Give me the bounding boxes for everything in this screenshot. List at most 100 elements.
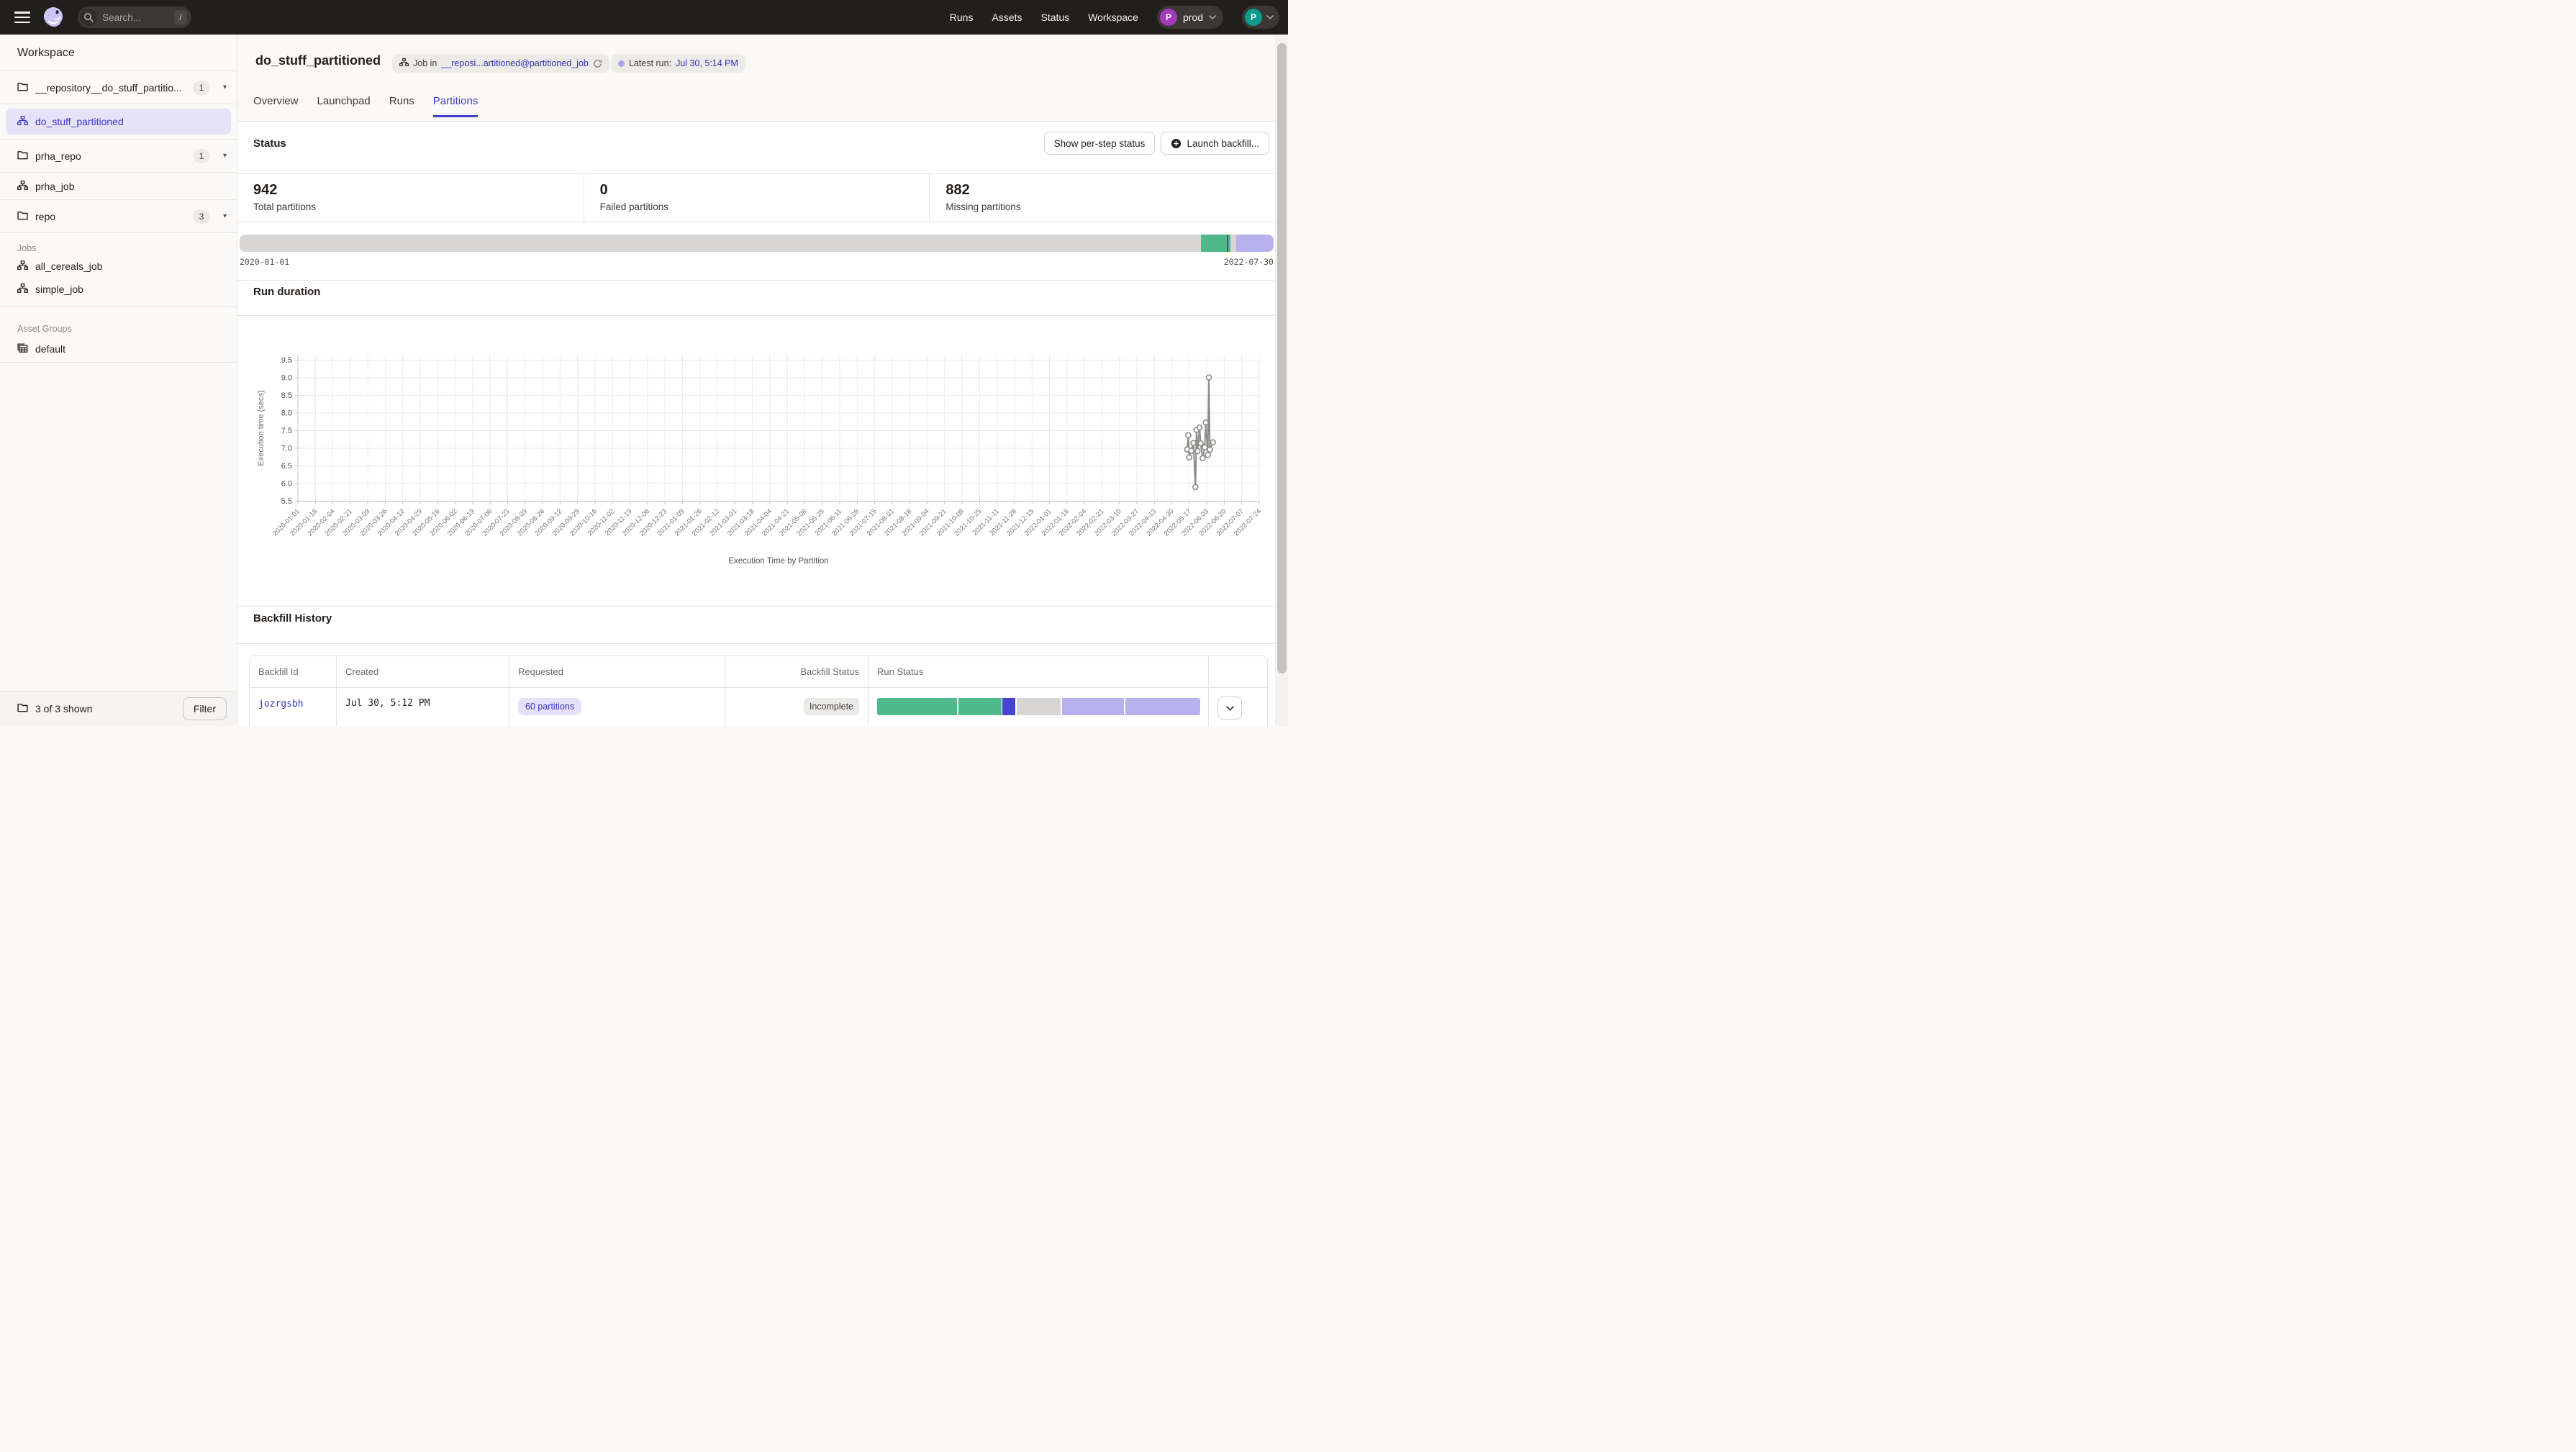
column-header-expander	[1208, 656, 1267, 688]
tab-runs[interactable]: Runs	[389, 95, 414, 117]
scrollbar-thumb[interactable]	[1277, 43, 1287, 673]
svg-text:Execution Time by Partition: Execution Time by Partition	[728, 557, 828, 566]
tab-overview[interactable]: Overview	[253, 95, 299, 117]
sidebar: Workspace __repository__do_stuff_partiti…	[0, 35, 237, 726]
user-menu[interactable]: P	[1242, 6, 1279, 29]
caret-down-icon[interactable]: ▾	[223, 83, 227, 91]
sidebar-item-repo[interactable]: repo 3 ▾	[0, 200, 237, 233]
menu-icon[interactable]	[14, 12, 30, 23]
partitions-panel: Status Show per-step status Launch backf…	[237, 121, 1275, 726]
run-duration-heading: Run duration	[253, 286, 320, 298]
job-location-link[interactable]: __reposi...artitioned@partitioned_job	[441, 58, 589, 68]
sidebar-item-label: all_cereals_job	[35, 260, 102, 272]
sidebar-item-selected: do_stuff_partitioned	[6, 109, 231, 135]
tab-bar: Overview Launchpad Runs Partitions	[253, 95, 478, 117]
chevron-down-icon	[1266, 15, 1274, 19]
job-chip-prefix: Job in	[413, 58, 437, 68]
caret-down-icon[interactable]: ▾	[223, 212, 227, 220]
sidebar-item-do-stuff-partitioned[interactable]: do_stuff_partitioned	[0, 104, 237, 140]
sidebar-item-prha-job[interactable]: prha_job	[0, 173, 237, 200]
nav-link-runs[interactable]: Runs	[950, 12, 974, 23]
filter-button[interactable]: Filter	[183, 697, 227, 720]
stat-label: Total partitions	[253, 201, 584, 212]
latest-run-link[interactable]: Jul 30, 5:14 PM	[676, 58, 738, 68]
scrollbar-track[interactable]	[1275, 35, 1288, 726]
stat-value: 942	[253, 182, 584, 199]
stat-value: 882	[945, 182, 1275, 199]
run-status-bar[interactable]	[877, 698, 1200, 715]
folder-icon	[17, 82, 28, 94]
backfill-status-cell: Incomplete	[725, 688, 868, 726]
run-duration-chart: 2020-01-012020-01-182020-02-042020-02-21…	[237, 317, 1275, 582]
count-badge: 1	[193, 149, 210, 163]
svg-text:8.5: 8.5	[281, 391, 292, 400]
column-header-created: Created	[336, 656, 509, 688]
backfill-id-link[interactable]: jozrgsbh	[258, 699, 304, 709]
svg-text:6.0: 6.0	[281, 480, 292, 489]
bar-segment-gray	[240, 235, 1201, 252]
deployment-label: prod	[1183, 12, 1203, 23]
asset-group-icon	[17, 343, 28, 355]
partition-status-bar[interactable]	[240, 235, 1274, 252]
divider	[237, 315, 1275, 316]
job-icon	[17, 283, 28, 295]
sidebar-item-prha-repo[interactable]: prha_repo1▾	[0, 140, 237, 173]
nav-link-status[interactable]: Status	[1040, 12, 1069, 23]
expander-cell	[1208, 688, 1267, 726]
bar-segment-lavender	[1236, 235, 1274, 252]
sidebar-item-label: repo	[35, 211, 55, 222]
search-input[interactable]: Search... /	[78, 6, 191, 28]
launch-backfill-button[interactable]: Launch backfill...	[1161, 132, 1269, 155]
bar-segment-gray	[1017, 698, 1061, 715]
page-title: do_stuff_partitioned	[255, 53, 381, 68]
latest-run-chip: Latest run: Jul 30, 5:14 PM	[611, 54, 745, 73]
requested-partitions-chip[interactable]: 60 partitions	[518, 698, 581, 715]
column-header-backfill-id: Backfill Id	[250, 656, 336, 688]
plus-circle-icon	[1171, 138, 1182, 149]
repo-count-label: 3 of 3 shown	[35, 703, 92, 714]
tab-launchpad[interactable]: Launchpad	[317, 95, 371, 117]
tab-partitions[interactable]: Partitions	[433, 95, 479, 117]
count-badge: 1	[193, 81, 210, 95]
show-per-step-status-button[interactable]: Show per-step status	[1044, 132, 1156, 155]
sidebar-item-simple-job[interactable]: simple_job	[0, 278, 237, 301]
divider	[237, 280, 1275, 281]
column-header-requested: Requested	[509, 656, 725, 688]
expand-row-button[interactable]	[1217, 696, 1242, 720]
sidebar-item-all-cereals-job[interactable]: all_cereals_job	[0, 255, 237, 278]
sidebar-item-label: __repository__do_stuff_partitio...	[35, 82, 182, 94]
partition-stats: 942Total partitions0Failed partitions882…	[237, 173, 1275, 222]
job-location-chip: Job in __reposi...artitioned@partitioned…	[392, 54, 609, 73]
stat-label: Missing partitions	[945, 201, 1275, 212]
sidebar-footer: 3 of 3 shown Filter	[0, 691, 237, 726]
main-content: do_stuff_partitioned Job in __reposi...a…	[237, 35, 1288, 726]
nav-link-workspace[interactable]: Workspace	[1088, 12, 1138, 23]
svg-text:5.5: 5.5	[281, 497, 292, 506]
count-badge: 3	[193, 209, 210, 224]
search-placeholder: Search...	[102, 12, 174, 23]
refresh-icon[interactable]	[593, 59, 602, 68]
nav-link-assets[interactable]: Assets	[992, 12, 1022, 23]
bar-segment-green	[877, 698, 957, 715]
workspace-heading: Workspace	[0, 35, 237, 71]
stat-total-partitions: 942 Total partitions	[237, 174, 584, 222]
dagster-logo[interactable]	[42, 6, 65, 29]
caret-down-icon[interactable]: ▾	[223, 152, 227, 160]
user-avatar: P	[1245, 9, 1262, 26]
svg-text:7.5: 7.5	[281, 427, 292, 435]
sidebar-item--repository-do-stuff-partitio-[interactable]: __repository__do_stuff_partitio... 1 ▾	[0, 71, 237, 104]
column-header-run-status: Run Status	[868, 656, 1208, 688]
bar-segment-gray	[1230, 235, 1237, 252]
bar-segment-green	[1201, 235, 1226, 252]
backfill-requested-cell: 60 partitions 2020-01-01 2022-07-30	[509, 688, 725, 726]
backfill-created-cell: Jul 30, 5:12 PM	[336, 688, 509, 726]
job-icon	[17, 181, 28, 192]
deployment-avatar: P	[1160, 9, 1177, 26]
latest-run-label: Latest run:	[629, 58, 671, 68]
svg-text:7.0: 7.0	[281, 445, 292, 453]
search-shortcut-key: /	[174, 10, 187, 24]
svg-text:6.5: 6.5	[281, 462, 292, 471]
deployment-switcher[interactable]: P prod	[1157, 6, 1223, 29]
sidebar-item-default[interactable]: default	[0, 335, 237, 363]
divider	[237, 643, 1275, 644]
